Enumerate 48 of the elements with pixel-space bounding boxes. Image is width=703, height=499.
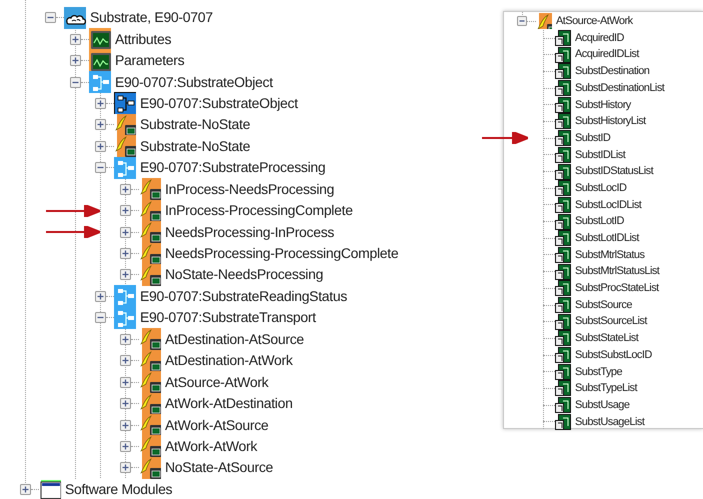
tree-item-label[interactable]: SubstID [571,130,610,146]
tree-item-label[interactable]: SubstSubstLocID [571,346,652,364]
tree-item-label[interactable]: Substrate-NoState [136,136,250,157]
tree-item-label[interactable]: SubstStateList [571,330,638,347]
tree-item-label[interactable]: SubstLocIDList [571,196,642,214]
tree-item-label[interactable]: AtSource-AtWork [161,372,268,393]
tree-item-label[interactable]: AtDestination-AtWork [161,350,293,372]
tree-item-label[interactable]: NoState-AtSource [161,457,274,478]
tree-item-label[interactable]: SubstType [571,364,622,380]
tree-item-label[interactable]: Substrate-NoState [136,114,250,136]
tree-item-label[interactable]: SubstLotIDList [571,230,639,247]
tree-item-label[interactable]: NoState-NeedsProcessing [161,264,324,286]
tree-item-label[interactable]: NeedsProcessing-ProcessingComplete [161,243,398,264]
tree-item-label[interactable]: AcquiredIDList [571,46,639,63]
tree-item-label[interactable]: SubstLotID [571,213,624,230]
tree-item-label[interactable]: AtDestination-AtSource [161,328,304,350]
tree-item-label[interactable]: SubstMtrlStatusList [571,263,660,280]
tree-item-label[interactable]: SubstDestination [571,63,650,80]
tree-item-label[interactable]: AtWork-AtSource [161,414,268,436]
tree-item-label[interactable]: SubstDestinationList [571,80,664,96]
tree-item-label[interactable]: InProcess-ProcessingComplete [161,200,353,222]
tree-item-label[interactable]: SubstHistory [571,96,631,114]
tree-item-label[interactable]: Substrate, E90-0707 [86,7,213,28]
tree-item-label[interactable]: AtSource-AtWork [552,13,633,30]
tree-item-label[interactable]: SubstLocID [571,180,626,196]
tree-item-label[interactable]: Parameters [111,50,184,72]
tree-item-label[interactable]: SubstSource [571,296,632,314]
tree-item-label[interactable]: SubstSourceList [571,313,647,330]
tree-item-label[interactable]: SubstUsageList [571,414,644,430]
tree-item-label[interactable]: E90-0707:SubstrateTransport [136,307,316,328]
tree-item-label[interactable]: SubstIDStatusList [571,163,654,180]
tree-item-label[interactable]: SubstTypeList [571,380,637,397]
tree-item-label[interactable]: InProcess-NeedsProcessing [161,178,334,200]
tree-item-label[interactable]: AtWork-AtDestination [161,393,293,414]
tree-item-label[interactable]: Attributes [111,28,172,50]
tree-item-label[interactable]: E90-0707:SubstrateProcessing [136,157,326,178]
tree-item-label[interactable]: SubstProcStateList [571,280,659,297]
tree-item-label[interactable]: E90-0707:SubstrateObject [111,72,273,93]
tree-item-label[interactable]: NeedsProcessing-InProcess [161,222,334,243]
tree-item-label[interactable]: SubstMtrlStatus [571,246,644,264]
tree-item-label[interactable]: SubstIDList [571,146,626,164]
tree-item-label[interactable]: SubstUsage [571,396,630,414]
tree-item-label[interactable]: SubstHistoryList [571,113,646,130]
tree-item-label[interactable]: AtWork-AtWork [161,436,258,457]
tree-item-label[interactable]: E90-0707:SubstrateReadingStatus [136,286,348,307]
tree-item-label[interactable]: E90-0707:SubstrateObject [136,92,298,114]
tree-item-label[interactable]: Software Modules [61,478,172,499]
tree-item-label[interactable]: AcquiredID [571,30,624,46]
